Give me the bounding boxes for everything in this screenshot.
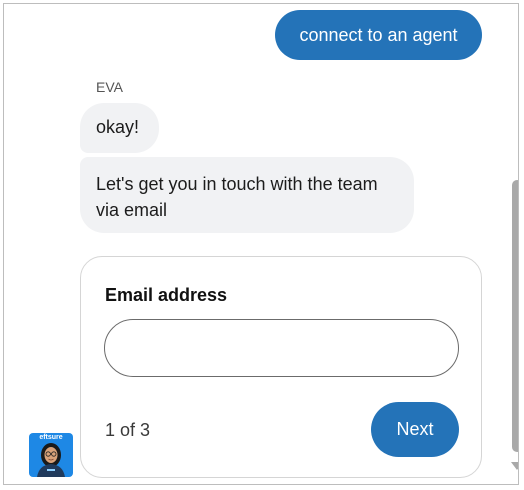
chat-window: connect to an agent EVA okay! Let's get … (3, 3, 519, 485)
avatar-logo-text: eftsure (39, 434, 63, 441)
scroll-down-arrow-icon[interactable] (511, 462, 518, 470)
bot-message-bubble: okay! (80, 103, 159, 153)
agent-name-label: EVA (96, 79, 123, 95)
step-counter: 1 of 3 (105, 420, 151, 440)
user-message-bubble: connect to an agent (275, 10, 482, 60)
email-form-card: Email address 1 of 3 Next (80, 256, 482, 478)
email-field[interactable] (104, 319, 459, 377)
next-button[interactable]: Next (371, 402, 459, 457)
agent-avatar-icon: eftsure (29, 433, 73, 477)
bot-message-bubble: Let's get you in touch with the team via… (80, 157, 414, 233)
scrollbar-thumb[interactable] (512, 180, 518, 452)
email-field-label: Email address (105, 285, 228, 305)
